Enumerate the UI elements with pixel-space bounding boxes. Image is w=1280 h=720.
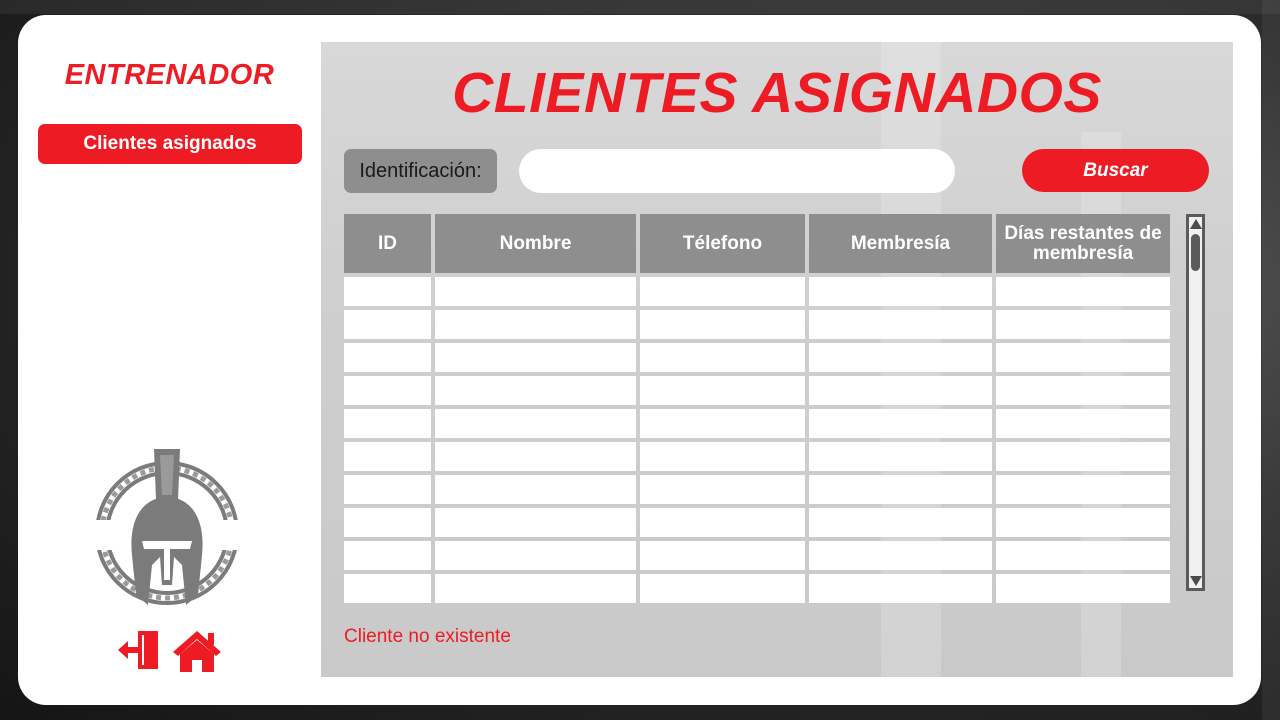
table-cell[interactable] [996, 376, 1170, 405]
table-row[interactable] [344, 277, 1170, 306]
table-row[interactable] [344, 574, 1170, 603]
table-cell[interactable] [996, 343, 1170, 372]
table-row[interactable] [344, 310, 1170, 339]
table-header-row: ID Nombre Télefono Membresía Días restan… [344, 214, 1170, 273]
table-row[interactable] [344, 343, 1170, 372]
table-cell[interactable] [996, 277, 1170, 306]
table-cell[interactable] [435, 343, 636, 372]
status-message: Cliente no existente [344, 626, 511, 647]
buscar-button[interactable]: Buscar [1022, 149, 1209, 192]
table-cell[interactable] [640, 343, 805, 372]
table-cell[interactable] [996, 574, 1170, 603]
logout-door-icon[interactable] [118, 629, 160, 671]
table-cell[interactable] [996, 442, 1170, 471]
main-card: ENTRENADOR Clientes asignados CLIENTES A… [18, 15, 1261, 705]
table-cell[interactable] [435, 310, 636, 339]
table-cell[interactable] [640, 409, 805, 438]
table-cell[interactable] [809, 574, 992, 603]
table-cell[interactable] [344, 277, 431, 306]
table-cell[interactable] [809, 475, 992, 504]
table-row[interactable] [344, 442, 1170, 471]
table-cell[interactable] [809, 343, 992, 372]
table-cell[interactable] [344, 376, 431, 405]
table-cell[interactable] [344, 442, 431, 471]
table-cell[interactable] [996, 508, 1170, 537]
table-row[interactable] [344, 508, 1170, 537]
spartan-helmet-logo [94, 449, 240, 605]
column-header-membresia[interactable]: Membresía [809, 214, 992, 273]
table-cell[interactable] [809, 442, 992, 471]
table-cell[interactable] [809, 508, 992, 537]
table-scrollbar[interactable] [1186, 214, 1205, 591]
table-row[interactable] [344, 409, 1170, 438]
table-cell[interactable] [344, 409, 431, 438]
table-cell[interactable] [640, 277, 805, 306]
table-cell[interactable] [435, 376, 636, 405]
table-cell[interactable] [640, 442, 805, 471]
brand-title: ENTRENADOR [64, 59, 275, 91]
table-cell[interactable] [344, 508, 431, 537]
table-cell[interactable] [344, 541, 431, 570]
table-cell[interactable] [435, 541, 636, 570]
table-cell[interactable] [435, 442, 636, 471]
table-cell[interactable] [809, 310, 992, 339]
table-cell[interactable] [344, 343, 431, 372]
column-header-dias-restantes[interactable]: Días restantes de membresía [996, 214, 1170, 273]
table-cell[interactable] [996, 475, 1170, 504]
table-cell[interactable] [996, 541, 1170, 570]
column-header-nombre[interactable]: Nombre [435, 214, 636, 273]
sidebar: ENTRENADOR Clientes asignados [18, 15, 321, 705]
page-title: CLIENTES ASIGNADOS [452, 61, 1102, 125]
clients-table: ID Nombre Télefono Membresía Días restan… [344, 214, 1170, 603]
column-header-id[interactable]: ID [344, 214, 431, 273]
table-row[interactable] [344, 475, 1170, 504]
background-right [1262, 0, 1280, 720]
table-cell[interactable] [435, 409, 636, 438]
table-cell[interactable] [809, 376, 992, 405]
table-cell[interactable] [640, 310, 805, 339]
table-cell[interactable] [809, 409, 992, 438]
table-cell[interactable] [435, 475, 636, 504]
table-cell[interactable] [809, 277, 992, 306]
table-cell[interactable] [809, 541, 992, 570]
scroll-down-arrow-icon[interactable] [1190, 576, 1202, 586]
table-row[interactable] [344, 376, 1170, 405]
column-header-telefono[interactable]: Télefono [640, 214, 805, 273]
main-panel: CLIENTES ASIGNADOS Identificación: Busca… [321, 42, 1233, 677]
scrollbar-thumb[interactable] [1191, 234, 1200, 271]
table-cell[interactable] [435, 277, 636, 306]
identificacion-input[interactable] [519, 149, 955, 193]
nav-clientes-asignados-button[interactable]: Clientes asignados [38, 124, 302, 164]
table-cell[interactable] [344, 475, 431, 504]
table-row[interactable] [344, 541, 1170, 570]
home-icon[interactable] [172, 629, 222, 673]
table-cell[interactable] [996, 310, 1170, 339]
table-cell[interactable] [996, 409, 1170, 438]
background-top [0, 0, 1280, 14]
table-cell[interactable] [640, 541, 805, 570]
table-cell[interactable] [435, 508, 636, 537]
table-cell[interactable] [344, 574, 431, 603]
scroll-up-arrow-icon[interactable] [1190, 219, 1202, 229]
table-cell[interactable] [640, 508, 805, 537]
table-cell[interactable] [344, 310, 431, 339]
table-cell[interactable] [640, 376, 805, 405]
table-cell[interactable] [640, 574, 805, 603]
identificacion-label: Identificación: [344, 149, 497, 193]
table-body [344, 277, 1170, 603]
table-cell[interactable] [640, 475, 805, 504]
table-cell[interactable] [435, 574, 636, 603]
